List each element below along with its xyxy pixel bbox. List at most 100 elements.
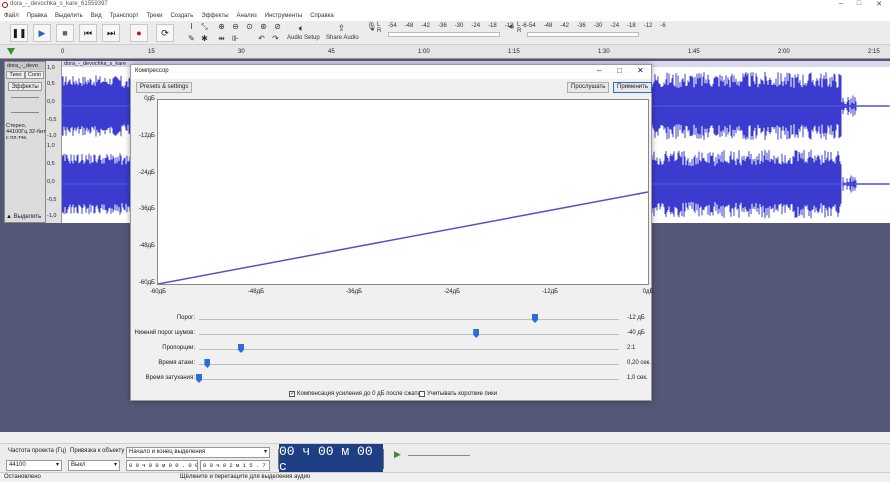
meter-tick: -42 bbox=[560, 23, 570, 29]
selection-tool-icon[interactable]: I bbox=[186, 22, 197, 32]
play-speed-slider[interactable] bbox=[408, 455, 470, 456]
menu-item-7[interactable]: Эффекты bbox=[197, 11, 232, 21]
pause-button[interactable]: ❚❚ bbox=[10, 24, 28, 42]
silence-icon[interactable]: ⊪ bbox=[230, 34, 241, 44]
slider-thumb[interactable] bbox=[532, 314, 538, 323]
peaks-checkbox[interactable]: Учитывать короткие пики bbox=[419, 391, 497, 397]
multi-tool-icon[interactable]: ✱ bbox=[199, 34, 210, 44]
snap-select[interactable]: Выкл ▾ bbox=[68, 460, 120, 471]
status-bar: Остановлено Щёлкните и перетащите для вы… bbox=[0, 472, 890, 482]
effects-button[interactable]: Эффекты bbox=[8, 82, 42, 91]
play-at-speed-icon[interactable]: ▶ bbox=[394, 449, 401, 460]
y-tick-label: -48дБ bbox=[138, 243, 155, 250]
share-audio-button[interactable]: Share Audio bbox=[326, 35, 359, 41]
solo-button[interactable]: Соло bbox=[25, 71, 44, 79]
share-icon[interactable]: ⇪ bbox=[336, 23, 347, 33]
presets-button[interactable]: Presets & settings bbox=[136, 82, 193, 93]
record-button[interactable]: ● bbox=[130, 24, 148, 42]
slider-row: Время атаки: 0,20 сек. bbox=[131, 358, 653, 370]
compression-curve bbox=[157, 191, 649, 285]
ruler-tick: 15 bbox=[148, 49, 155, 55]
audio-setup-button[interactable]: Audio Setup bbox=[287, 35, 320, 41]
makeup-checkbox-box[interactable]: ✓ bbox=[289, 391, 295, 397]
dialog-minimize-icon[interactable]: – bbox=[597, 66, 601, 75]
scale-label: -0,5 bbox=[47, 117, 57, 123]
rate-select[interactable]: 44100 ▾ bbox=[6, 460, 62, 471]
peaks-checkbox-box[interactable] bbox=[419, 391, 425, 397]
slider-track[interactable] bbox=[199, 364, 619, 365]
slider-track[interactable] bbox=[199, 379, 619, 380]
zoom-out-icon[interactable]: ⊖ bbox=[230, 22, 241, 32]
selection-end[interactable]: 0 0 ч 0 2 м 1 5 . 7 9 с bbox=[200, 460, 270, 471]
speaker-icon[interactable]: 🔈︎ bbox=[296, 23, 307, 33]
slider-track[interactable] bbox=[199, 319, 619, 320]
skip-start-button[interactable]: ⏮ bbox=[79, 24, 97, 42]
dialog-maximize-icon[interactable]: □ bbox=[617, 66, 622, 75]
play-meter-channels: L R bbox=[517, 22, 522, 34]
play-meter[interactable] bbox=[527, 32, 639, 37]
selection-mode-select[interactable]: Начало и конец выделения ▾ bbox=[126, 447, 270, 458]
menu-item-2[interactable]: Выделить bbox=[51, 11, 87, 21]
menu-item-6[interactable]: Создать bbox=[166, 11, 197, 21]
meter-tick: -48 bbox=[543, 23, 553, 29]
minimize-icon[interactable]: – bbox=[834, 0, 848, 7]
dialog-close-icon[interactable]: ✕ bbox=[637, 66, 644, 75]
rate-value: 44100 bbox=[9, 462, 26, 468]
menu-item-5[interactable]: Треки bbox=[142, 11, 166, 21]
track-name[interactable]: dora_-_devo bbox=[5, 62, 45, 70]
slider-thumb[interactable] bbox=[196, 374, 202, 383]
timeline-ruler[interactable]: 0 15 30 45 1:00 1:15 1:30 1:45 2:00 2:15 bbox=[0, 45, 890, 59]
play-button[interactable]: ▶ bbox=[33, 24, 51, 42]
slider-track[interactable] bbox=[199, 334, 619, 335]
fit-selection-icon[interactable]: ⊙ bbox=[244, 22, 255, 32]
close-window-icon[interactable]: ✕ bbox=[872, 0, 886, 8]
meter-tick: -36 bbox=[577, 23, 586, 29]
envelope-tool-icon[interactable]: ⤡ bbox=[199, 22, 210, 32]
apply-button[interactable]: Применить bbox=[613, 82, 653, 93]
slider-value: -12 дБ bbox=[627, 315, 645, 321]
select-track-button[interactable]: ▲ Выделить bbox=[6, 214, 44, 220]
menu-item-8[interactable]: Анализ bbox=[233, 11, 261, 21]
preview-button[interactable]: Прослушать bbox=[567, 82, 610, 93]
playback-speaker-icon[interactable]: 🔊︎ bbox=[506, 22, 517, 32]
trim-icon[interactable]: ⇹ bbox=[216, 34, 227, 44]
stop-button[interactable]: ■ bbox=[56, 24, 74, 42]
ruler-tick: 1:00 bbox=[418, 49, 430, 55]
x-tick-label: -36дБ bbox=[345, 289, 363, 295]
meter-tick: -24 bbox=[471, 23, 481, 29]
undo-icon[interactable]: ↶ bbox=[256, 34, 267, 44]
menu-item-4[interactable]: Транспорт bbox=[106, 11, 143, 21]
skip-end-button[interactable]: ⏭ bbox=[102, 24, 120, 42]
mute-button[interactable]: Тихо bbox=[6, 71, 25, 79]
menu-item-10[interactable]: Справка bbox=[306, 11, 338, 21]
makeup-gain-checkbox[interactable]: ✓ Компенсация усиления до 0 дБ после сжа… bbox=[289, 391, 424, 397]
slider-row: Нижний порог шумов: -40 дБ bbox=[131, 328, 653, 340]
selection-start[interactable]: 0 0 ч 0 0 м 0 0 . 0 0 0 с bbox=[126, 460, 198, 471]
microphone-icon[interactable]: 🎙︎ bbox=[366, 22, 377, 32]
loop-button[interactable]: ⟳ bbox=[156, 24, 174, 42]
gain-slider[interactable] bbox=[11, 97, 39, 98]
rec-meter[interactable] bbox=[388, 32, 500, 37]
zoom-in-icon[interactable]: ⊕ bbox=[216, 22, 227, 32]
fit-project-icon[interactable]: ⊛ bbox=[258, 22, 269, 32]
meter-tick: -6 bbox=[521, 23, 527, 29]
menu-item-1[interactable]: Правка bbox=[23, 11, 51, 21]
zoom-toggle-icon[interactable]: ⊘ bbox=[272, 22, 283, 32]
menu-item-9[interactable]: Инструменты bbox=[261, 11, 306, 21]
maximize-icon[interactable]: □ bbox=[852, 0, 866, 7]
menu-item-0[interactable]: Файл bbox=[0, 11, 23, 21]
scale-label: -0,5 bbox=[47, 197, 57, 203]
pan-slider[interactable] bbox=[11, 112, 39, 113]
draw-tool-icon[interactable]: ✎ bbox=[186, 34, 197, 44]
redo-icon[interactable]: ↷ bbox=[270, 34, 281, 44]
menu-item-3[interactable]: Вид bbox=[87, 11, 106, 21]
slider-track[interactable] bbox=[199, 349, 619, 350]
y-tick-label: 0дБ bbox=[144, 96, 155, 102]
time-display[interactable]: 00 ч 00 м 00 с bbox=[278, 444, 384, 474]
pin-playhead-icon[interactable] bbox=[7, 48, 15, 55]
status-hint: Щёлкните и перетащите для выделения ауди… bbox=[180, 474, 311, 480]
slider-thumb[interactable] bbox=[473, 329, 480, 338]
slider-thumb[interactable] bbox=[204, 359, 211, 368]
slider-thumb[interactable] bbox=[238, 344, 244, 353]
slider-label: Время затухания: bbox=[145, 375, 195, 381]
